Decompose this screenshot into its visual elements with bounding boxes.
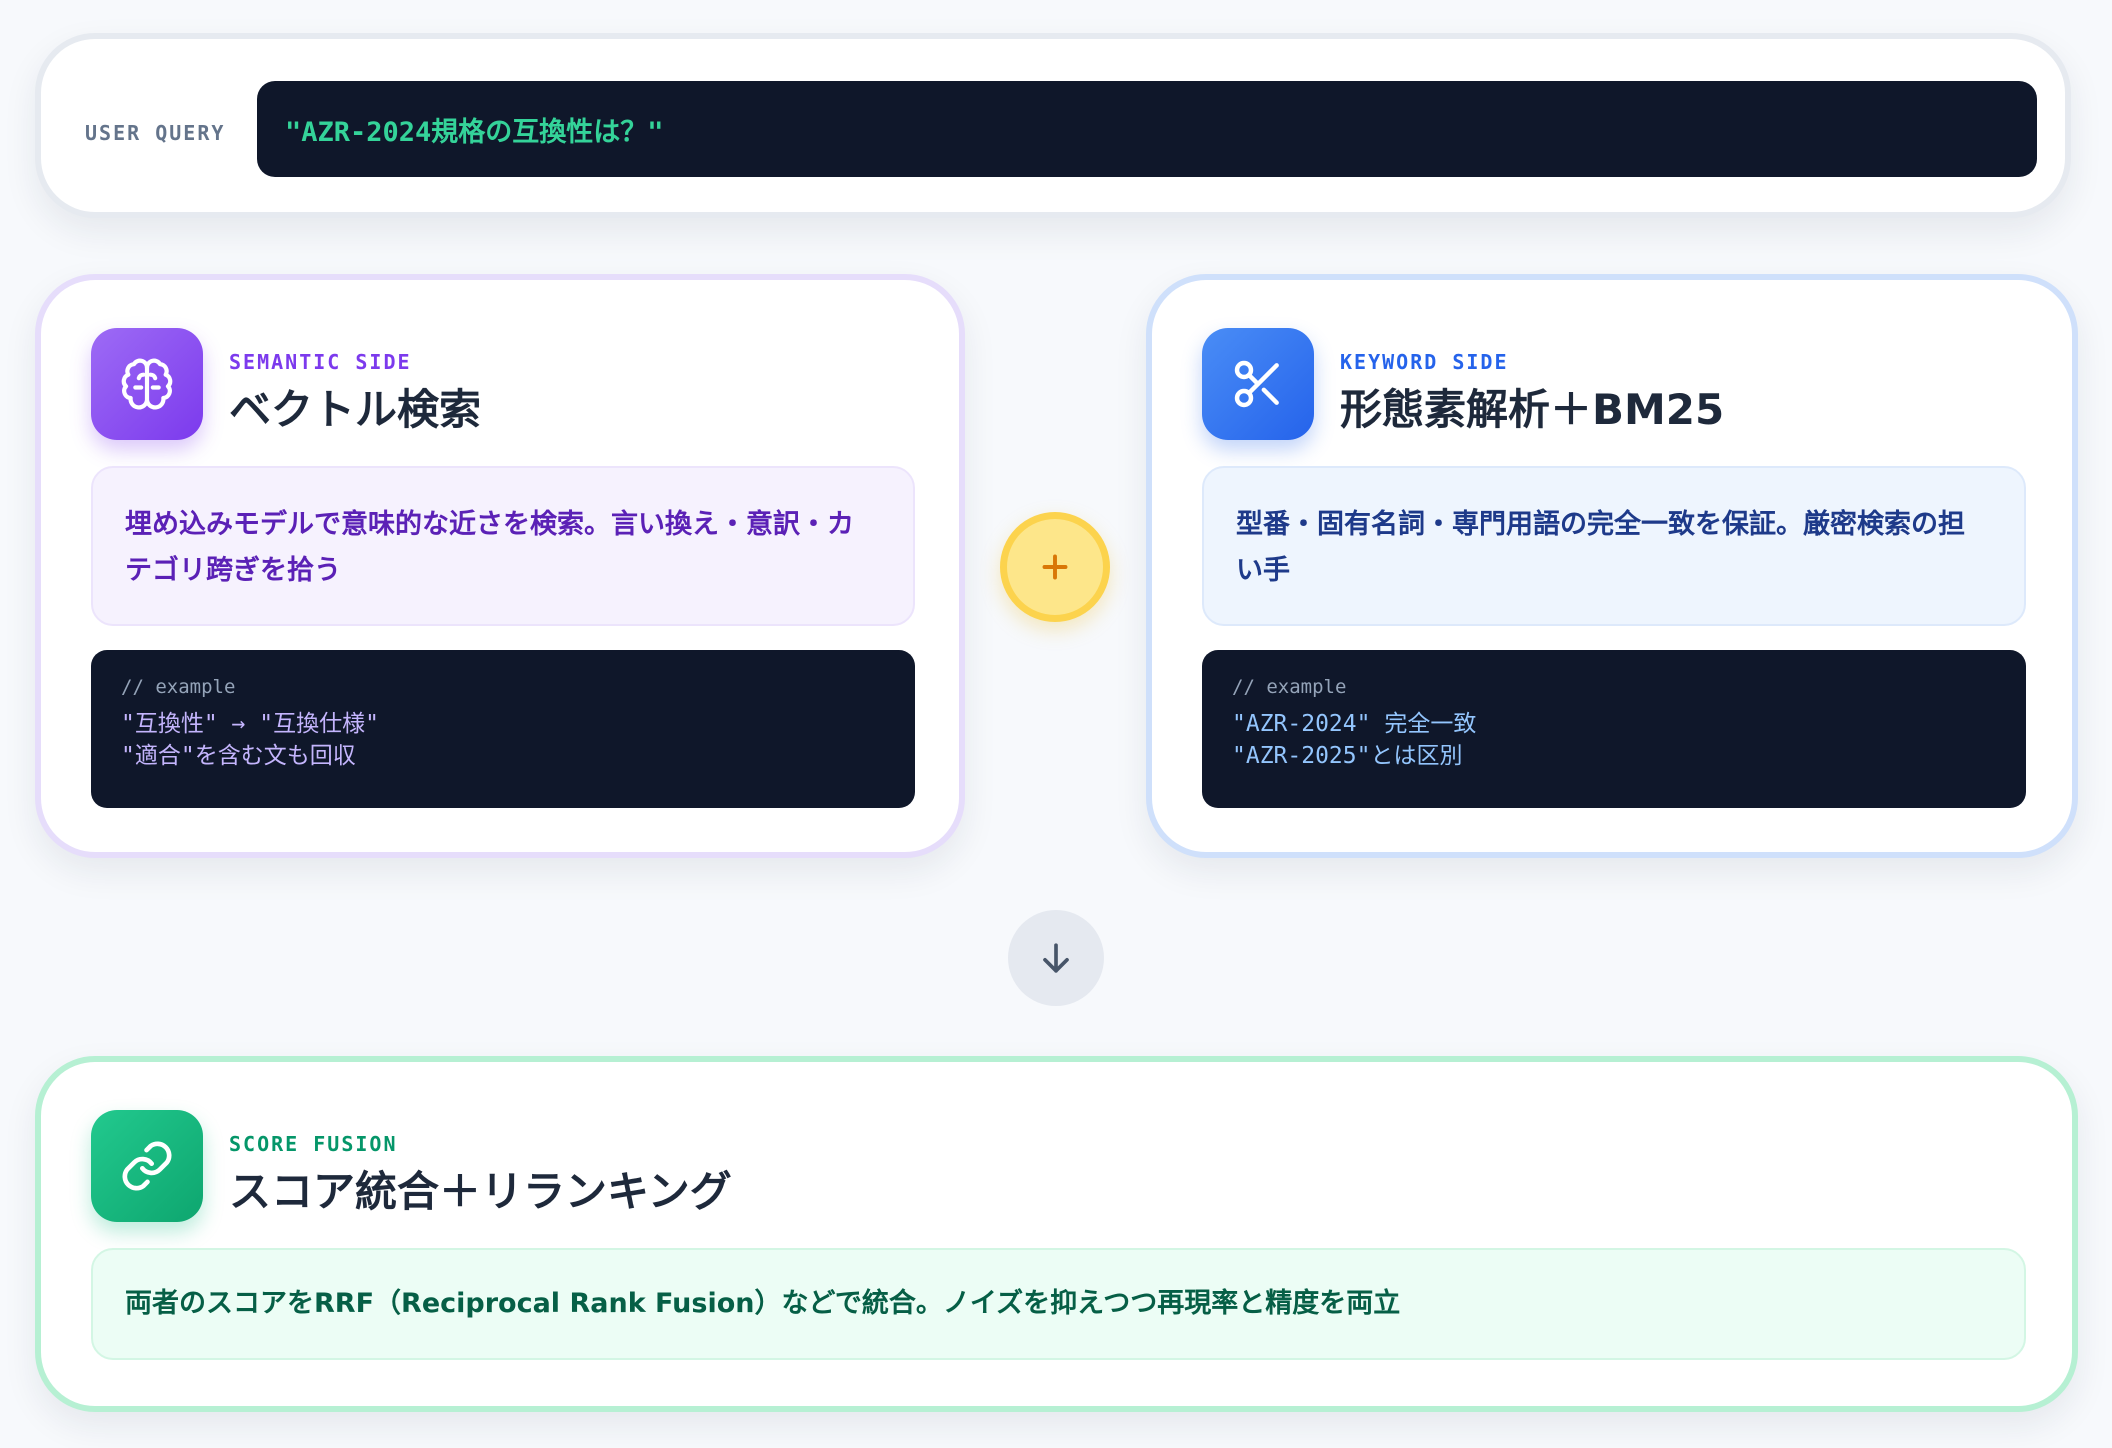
combine-plus-circle [1000,512,1110,622]
user-query-label: USER QUERY [85,121,226,145]
user-query-card: USER QUERY "AZR-2024規格の互換性は？" [35,33,2071,218]
keyword-side-title: 形態素解析＋BM25 [1340,385,1725,434]
flow-arrow-circle [1008,910,1104,1006]
semantic-side-card: SEMANTIC SIDE ベクトル検索 埋め込みモデルで意味的な近さを検索。言… [35,274,965,858]
arrow-down-icon [1043,943,1069,973]
fusion-title: スコア統合＋リランキング [229,1167,732,1216]
score-fusion-card: SCORE FUSION スコア統合＋リランキング 両者のスコアをRRF（Rec… [35,1056,2078,1412]
semantic-side-title: ベクトル検索 [229,385,482,434]
keyword-icon-tile [1202,328,1314,440]
semantic-description-line: 埋め込みモデルで意味的な近さを検索。言い換え・意訳・カ [125,509,854,540]
keyword-side-card: KEYWORD SIDE 形態素解析＋BM25 型番・固有名詞・専門用語の完全一… [1146,274,2078,858]
semantic-description: 埋め込みモデルで意味的な近さを検索。言い換え・意訳・カ テゴリ跨ぎを拾う [91,466,915,626]
semantic-code-example: // example "互換性" → "互換仕様" "適合"を含む文も回収 [91,650,915,808]
keyword-code-example: // example "AZR-2024" 完全一致 "AZR-2025"とは区… [1202,650,2026,808]
code-comment: // example [121,676,236,698]
plus-icon [1042,554,1068,580]
fusion-description-text: 両者のスコアをRRF（Reciprocal Rank Fusion）などで統合。… [125,1288,1401,1319]
user-query-text: "AZR-2024規格の互換性は？" [285,116,664,148]
fusion-icon-tile [91,1110,203,1222]
code-line: "適合"を含む文も回収 [121,743,356,769]
scissors-icon [1234,360,1279,408]
link-icon [122,1141,172,1191]
code-comment: // example [1232,676,1347,698]
semantic-icon-tile [91,328,203,440]
fusion-tag: SCORE FUSION [229,1132,398,1156]
brain-icon [121,358,173,410]
code-line: "AZR-2024" 完全一致 [1232,711,1477,737]
keyword-description-line: い手 [1236,555,1290,586]
semantic-side-tag: SEMANTIC SIDE [229,350,412,374]
code-line: "AZR-2025"とは区別 [1232,743,1463,769]
keyword-description: 型番・固有名詞・専門用語の完全一致を保証。厳密検索の担 い手 [1202,466,2026,626]
user-query-box: "AZR-2024規格の互換性は？" [257,81,2037,177]
code-line: "互換性" → "互換仕様" [121,711,379,737]
fusion-description: 両者のスコアをRRF（Reciprocal Rank Fusion）などで統合。… [91,1248,2026,1360]
semantic-description-line: テゴリ跨ぎを拾う [125,555,341,586]
keyword-side-tag: KEYWORD SIDE [1340,350,1509,374]
keyword-description-line: 型番・固有名詞・専門用語の完全一致を保証。厳密検索の担 [1236,509,1965,540]
